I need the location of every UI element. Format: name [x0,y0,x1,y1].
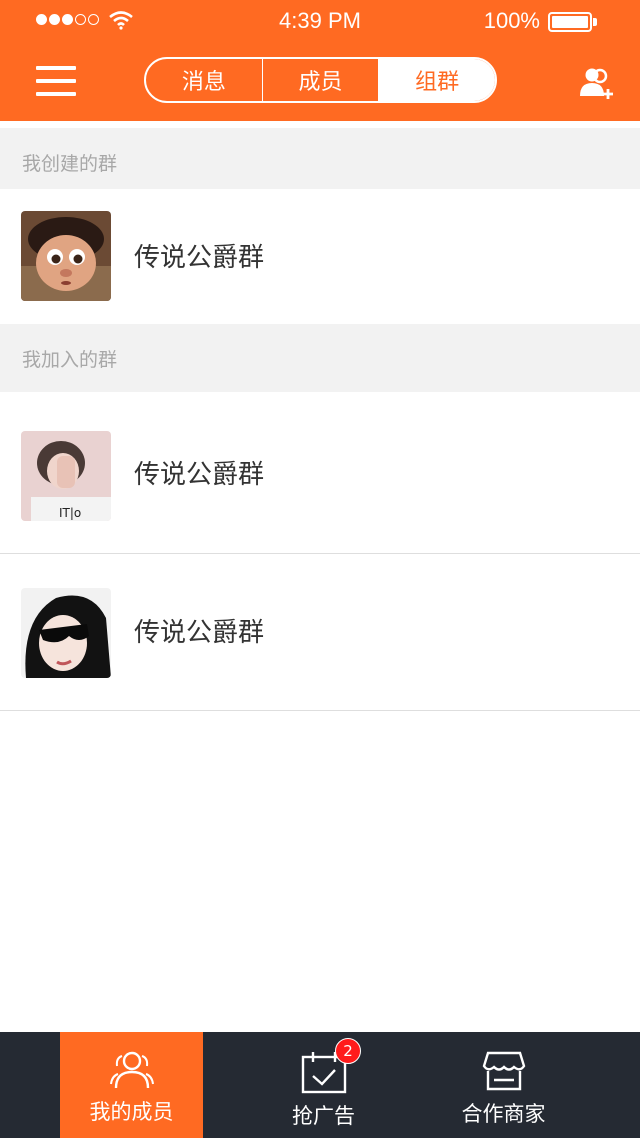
add-user-icon[interactable] [578,66,620,102]
tab-groups[interactable]: 组群 [379,59,495,101]
menu-button[interactable] [36,66,76,98]
tab-messages[interactable]: 消息 [146,59,263,101]
group-name: 传说公爵群 [134,460,265,490]
list-item[interactable]: 传说公爵群 [0,554,640,710]
tab-grab-ads[interactable]: 抢广告 2 [252,1032,395,1138]
status-bar: 4:39 PM 100% [0,0,640,42]
battery-tip [593,18,597,26]
members-icon [109,1051,154,1089]
tab-label: 抢广告 [292,1104,355,1128]
hamburger-icon [36,66,76,70]
group-name: 传说公爵群 [134,618,265,648]
battery-percent: 100% [483,8,540,33]
divider [0,710,640,711]
segment-control: 消息 成员 组群 [144,57,497,103]
section-created-title: 我创建的群 [0,128,640,196]
tab-members[interactable]: 成员 [263,59,380,101]
tab-partner-merchants[interactable]: 合作商家 [432,1032,575,1138]
bottom-tabbar: 我的成员 抢广告 2 合作商家 [0,1032,640,1138]
store-icon [482,1051,525,1091]
group-name: 传说公爵群 [134,243,265,273]
girl-hiding-face-avatar: IT|o [21,431,111,521]
girl-sunglasses-avatar [21,588,111,678]
section-joined-title: 我加入的群 [0,324,640,392]
cartoon-girl-avatar [21,211,111,301]
list-item[interactable]: IT|o 传说公爵群 [0,392,640,553]
svg-text:IT|o: IT|o [59,506,81,520]
notification-badge: 2 [335,1038,361,1064]
battery-icon [548,12,592,32]
list-item[interactable]: 传说公爵群 [0,189,640,323]
status-time: 4:39 PM [279,8,361,33]
tab-my-members[interactable]: 我的成员 [60,1032,203,1138]
tab-label: 我的成员 [89,1100,174,1124]
tab-label: 合作商家 [461,1102,546,1126]
header: 4:39 PM 100% 消息 成员 组群 [0,0,640,121]
